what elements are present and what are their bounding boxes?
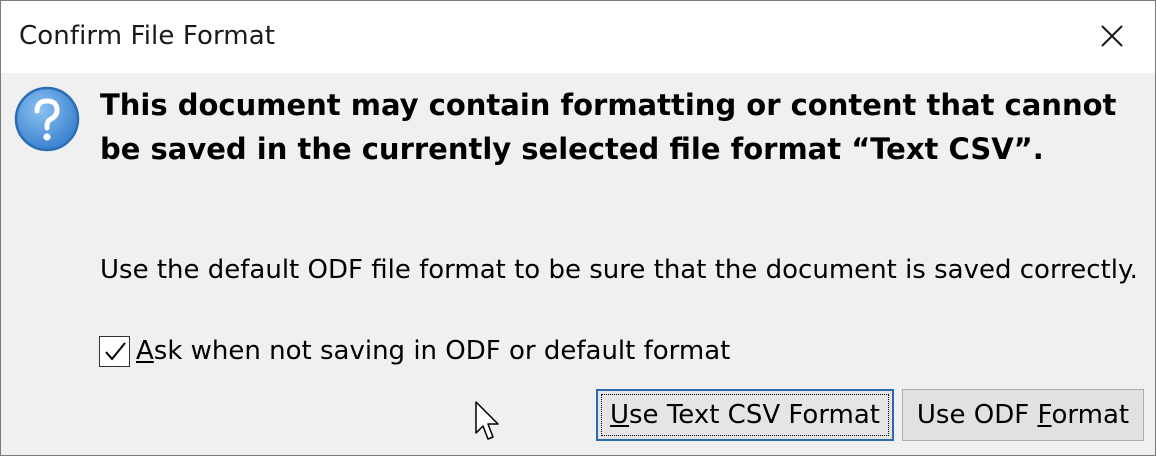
ask-accelerator: A [136,336,154,366]
keep-label-text: se Text CSV Format [629,400,881,430]
message-heading: This document may contain formatting or … [100,88,1117,166]
odf-accelerator: F [1037,400,1052,430]
title-bar: Confirm File Format [1,1,1155,73]
odf-label-rest: ormat [1051,400,1130,430]
dialog-title: Confirm File Format [19,21,276,51]
use-odf-label: Use ODF Format [917,400,1129,430]
use-text-csv-format-button[interactable]: Use Text CSV Format [596,389,894,441]
close-button[interactable] [1087,13,1137,59]
close-icon [1101,25,1123,47]
ask-checkbox[interactable] [99,335,130,367]
message-body: Use the default ODF file format to be su… [100,255,1138,285]
question-icon [14,86,80,152]
ask-checkbox-label[interactable]: Ask when not saving in ODF or default fo… [136,336,730,366]
checkmark-icon [105,341,126,361]
keep-accelerator: U [609,400,630,430]
use-text-csv-label: Use Text CSV Format [610,400,880,430]
mouse-cursor-icon [475,401,499,440]
ask-label-text: sk when not saving in ODF or default for… [153,336,731,366]
odf-label-pre: Use ODF [916,400,1038,430]
confirm-file-format-dialog: Confirm File Format This document may co… [0,0,1156,456]
ask-checkbox-row[interactable]: Ask when not saving in ODF or default fo… [99,334,730,368]
use-odf-format-button[interactable]: Use ODF Format [902,389,1144,441]
